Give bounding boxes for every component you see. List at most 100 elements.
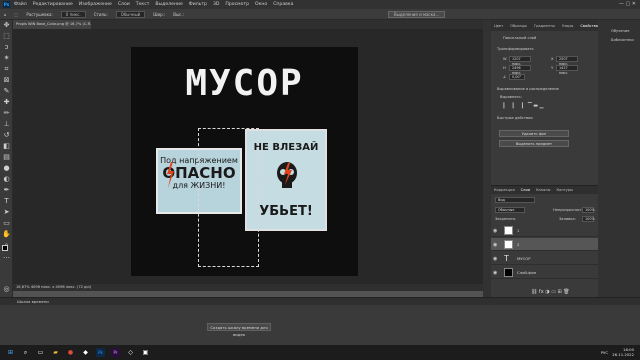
start-icon[interactable]: ⊞	[6, 348, 15, 357]
browser-icon[interactable]: ●	[66, 348, 75, 357]
width-label: Шир.:	[153, 11, 166, 17]
hand-tool-icon[interactable]: ✋	[2, 230, 11, 239]
window-controls[interactable]: — ▢ ✕	[619, 1, 636, 7]
select-subject-button[interactable]: Выделить предмет	[499, 140, 569, 147]
tab-paths[interactable]: Контуры	[556, 188, 572, 192]
remove-background-button[interactable]: Удалить фон	[499, 130, 569, 137]
align-icons[interactable]: ▕▏ ▕▏ ▕▏ ▔ ▬ ▁	[500, 103, 543, 109]
blend-mode-select[interactable]: Обычные	[495, 207, 525, 213]
learn-panel-button[interactable]: Обучение	[598, 26, 640, 35]
search-icon[interactable]: ⌕	[21, 348, 30, 357]
h-input[interactable]: 2496 пикс.	[509, 65, 531, 75]
marquee-tool-icon[interactable]: ⬚	[2, 32, 11, 41]
menu-help[interactable]: Справка	[273, 2, 293, 7]
menu-window[interactable]: Окно	[255, 2, 267, 7]
transform-header: Трансформировать	[497, 47, 534, 51]
layer-row[interactable]: ◉ 1	[491, 224, 598, 237]
foreground-color-swatch[interactable]	[2, 245, 8, 251]
panel-icon-strip	[483, 20, 491, 297]
app-icon[interactable]: ◇	[126, 348, 135, 357]
app-icon[interactable]: ◆	[81, 348, 90, 357]
clock[interactable]: 18:00 26.11.2022	[612, 347, 634, 357]
style-select[interactable]: Обычный	[115, 10, 146, 18]
lasso-tool-icon[interactable]: ↄ	[2, 43, 11, 52]
type-tool-icon[interactable]: T	[2, 197, 11, 206]
eyedropper-tool-icon[interactable]: ✎	[2, 87, 11, 96]
layer-row[interactable]: ◉ T МУСОР	[491, 252, 598, 265]
skull-icon	[277, 162, 297, 188]
dodge-tool-icon[interactable]: ◐	[2, 175, 11, 184]
stamp-tool-icon[interactable]: ⊥	[2, 120, 11, 129]
crop-tool-icon[interactable]: ⌗	[2, 65, 11, 74]
home-icon[interactable]: ⌂	[4, 12, 7, 17]
eye-icon[interactable]: ◉	[493, 228, 497, 234]
tab-channels[interactable]: Каналы	[536, 188, 550, 192]
healing-brush-tool-icon[interactable]: ✚	[2, 98, 11, 107]
gradient-tool-icon[interactable]: ▤	[2, 153, 11, 162]
history-brush-tool-icon[interactable]: ↺	[2, 131, 11, 140]
quick-mask-icon[interactable]: ◎	[2, 285, 11, 294]
libraries-panel-button[interactable]: Библиотеки	[598, 35, 640, 44]
eye-icon[interactable]: ◉	[493, 256, 497, 262]
tab-layers[interactable]: Слои	[521, 188, 530, 192]
menu-text[interactable]: Текст	[136, 2, 150, 7]
task-view-icon[interactable]: ▭	[36, 348, 45, 357]
eraser-tool-icon[interactable]: ◧	[2, 142, 11, 151]
language-indicator[interactable]: РУС	[601, 350, 608, 355]
lock-label: Закрепить:	[495, 217, 517, 221]
premiere-taskbar-icon[interactable]: Pr	[111, 348, 120, 357]
menu-file[interactable]: Файл	[14, 2, 27, 7]
menu-layers[interactable]: Слои	[118, 2, 130, 7]
blur-tool-icon[interactable]: ●	[2, 164, 11, 173]
create-video-timeline-button[interactable]: Создать шкалу времени для видео	[207, 323, 271, 337]
more-tools-icon[interactable]: …	[2, 252, 11, 261]
selection-marquee[interactable]	[198, 128, 259, 267]
tab-properties[interactable]: Свойства	[580, 24, 598, 28]
layers-panel: Коррекция Слои Каналы Контуры Вид Обычны…	[491, 185, 598, 297]
timeline-panel: Шкала времени Создать шкалу времени для …	[0, 297, 640, 345]
angle-input[interactable]: 0,00°	[509, 74, 525, 80]
menu-select[interactable]: Выделение	[155, 2, 182, 7]
align-label: Выровнять:	[500, 95, 522, 99]
layer-actions-icons[interactable]: ⛓ fx ◑ ▭ ⊞ 🗑	[531, 289, 570, 295]
menu-3d[interactable]: 3D	[213, 2, 219, 7]
menu-filter[interactable]: Фильтр	[189, 2, 207, 7]
explorer-icon[interactable]: ▰	[51, 348, 60, 357]
app-icon[interactable]: ▣	[141, 348, 150, 357]
select-and-mask-button[interactable]: Выделение и маска...	[387, 10, 446, 18]
right-panel-column: Обучение Библиотеки	[598, 20, 640, 297]
layer-row[interactable]: ◉ Слой-фон	[491, 266, 598, 279]
tab-patterns[interactable]: Узоры	[562, 24, 573, 28]
pen-tool-icon[interactable]: ✒	[2, 186, 11, 195]
lightning-icon	[167, 162, 174, 188]
shape-tool-icon[interactable]: ▭	[2, 219, 11, 228]
feather-input[interactable]: 0 пикс.	[60, 10, 86, 18]
eye-icon[interactable]: ◉	[493, 270, 497, 276]
w-input[interactable]: 1207 пикс.	[509, 56, 531, 66]
menu-image[interactable]: Изображение	[79, 2, 112, 7]
frame-tool-icon[interactable]: ⊠	[2, 76, 11, 85]
eye-icon[interactable]: ◉	[493, 242, 497, 248]
magic-wand-tool-icon[interactable]: ✶	[2, 54, 11, 63]
move-tool-icon[interactable]: ✥	[2, 21, 11, 30]
menu-edit[interactable]: Редактирование	[33, 2, 73, 7]
layer-row-selected[interactable]: ◉ 2	[491, 238, 598, 251]
x-input[interactable]: 2507 пикс.	[556, 56, 578, 66]
opacity-input[interactable]: 100%	[582, 207, 595, 213]
y-input[interactable]: 1427 пикс.	[556, 65, 578, 75]
tab-adjustments[interactable]: Коррекция	[494, 188, 515, 192]
photoshop-taskbar-icon[interactable]: Ps	[96, 348, 105, 357]
menu-view[interactable]: Просмотр	[225, 2, 249, 7]
layer-filter-select[interactable]: Вид	[495, 197, 535, 203]
tab-color[interactable]: Цвет	[494, 24, 503, 28]
fill-input[interactable]: 100%	[582, 216, 595, 222]
tab-swatches[interactable]: Образцы	[510, 24, 527, 28]
layer-thumbnail	[504, 240, 513, 249]
document-tab[interactable]: Propis WIN Base_Color.png @ 16,7% (С.Я.В…	[13, 20, 91, 29]
brush-tool-icon[interactable]: ✏	[2, 109, 11, 118]
windows-taskbar: ⊞ ⌕ ▭ ▰ ● ◆ Ps Pr ◇ ▣ РУС 18:00 26.11.20…	[0, 345, 640, 360]
tools-panel: ✥ ⬚ ↄ ✶ ⌗ ⊠ ✎ ✚ ✏ ⊥ ↺ ◧ ▤ ● ◐ ✒ T ➤ ▭ ✋ …	[0, 20, 13, 304]
marquee-tool-icon[interactable]: ⬚	[15, 12, 19, 17]
tab-gradients[interactable]: Градиенты	[534, 24, 555, 28]
path-selection-tool-icon[interactable]: ➤	[2, 208, 11, 217]
